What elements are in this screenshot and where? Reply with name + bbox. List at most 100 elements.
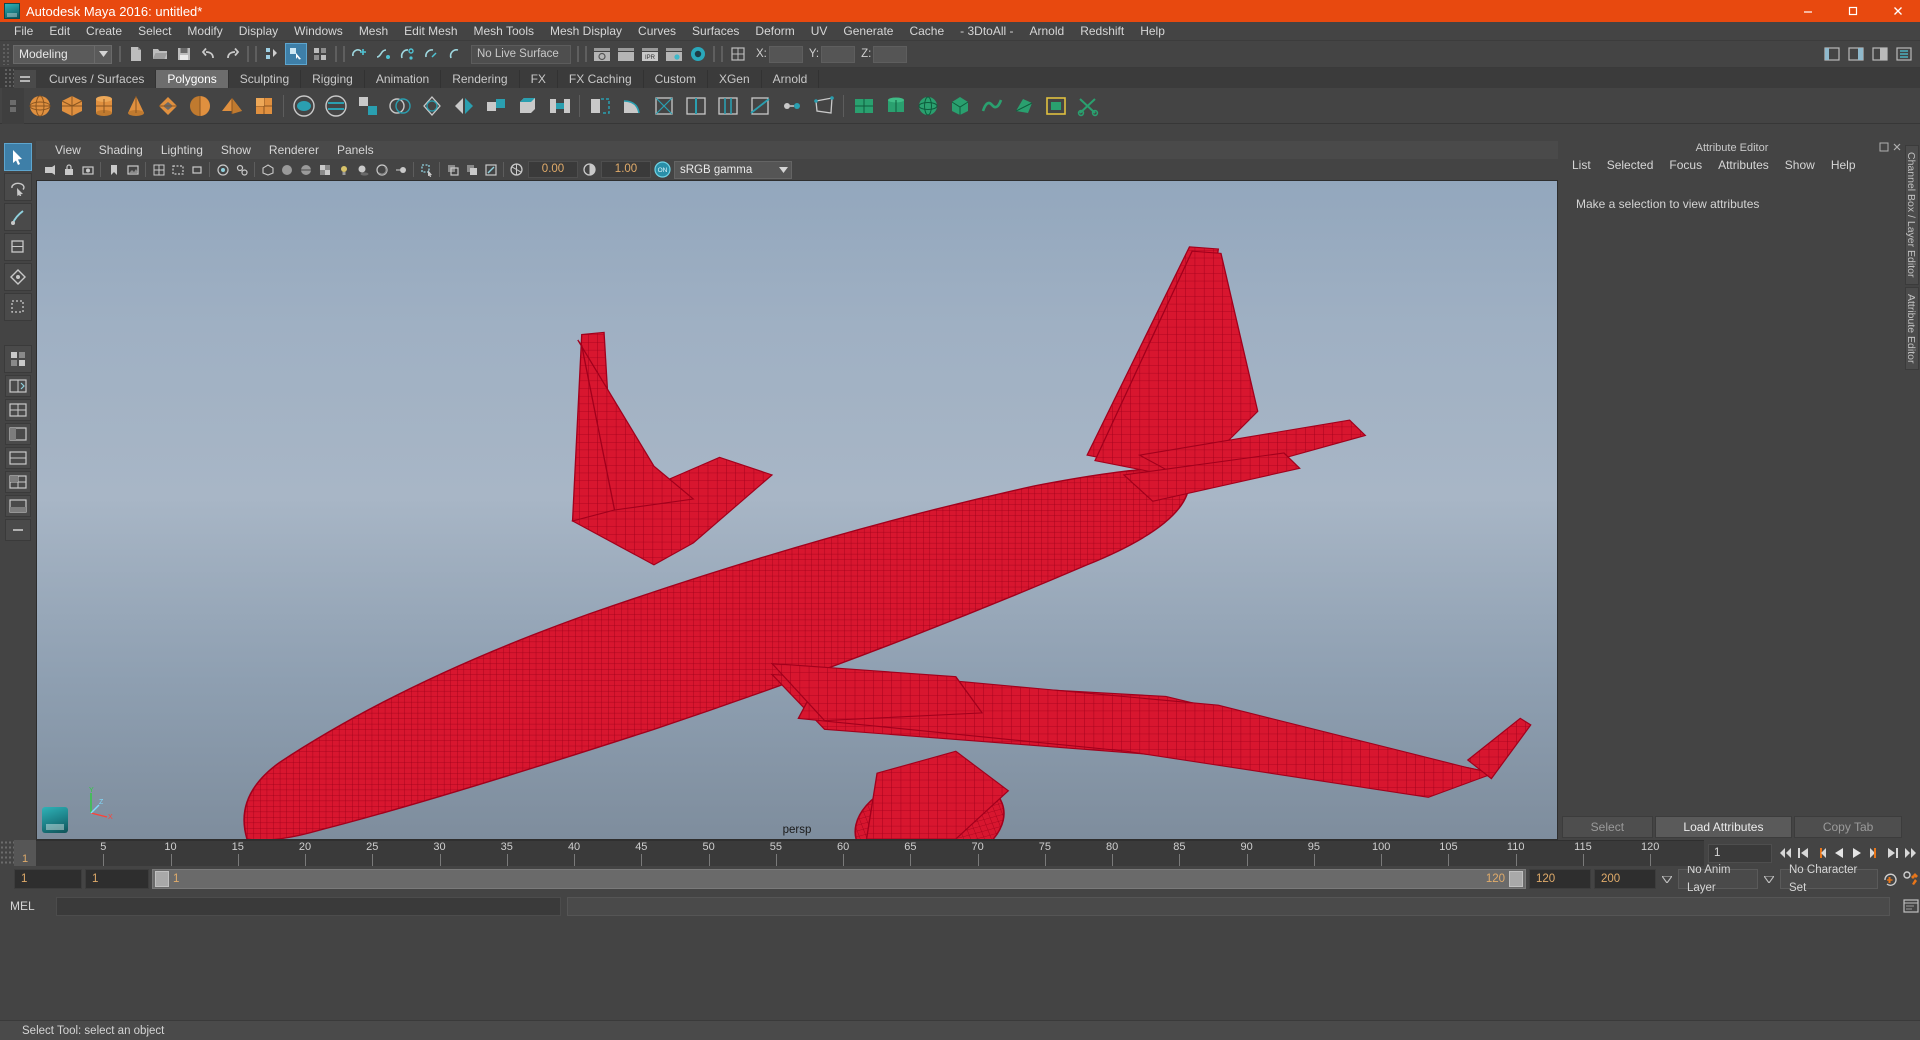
smooth-shaded-icon[interactable] — [278, 161, 295, 178]
copy-tab-button[interactable]: Copy Tab — [1794, 816, 1902, 838]
script-editor-icon[interactable] — [1902, 897, 1920, 916]
shelf-tab-animation[interactable]: Animation — [364, 70, 442, 88]
uv-cylindrical-icon[interactable] — [881, 91, 911, 121]
y-coordinate-field[interactable] — [821, 45, 856, 63]
polygon-cylinder-icon[interactable] — [89, 91, 119, 121]
viewport-menu-renderer[interactable]: Renderer — [260, 141, 328, 159]
layout-four-pane-icon[interactable] — [5, 471, 31, 493]
wireframe-on-shaded-icon[interactable] — [297, 161, 314, 178]
ae-menu-selected[interactable]: Selected — [1599, 155, 1662, 175]
menu-3dtoall[interactable]: - 3DtoAll - — [952, 22, 1021, 41]
animation-preferences-icon[interactable] — [1902, 870, 1920, 889]
menu-file[interactable]: File — [6, 22, 41, 41]
film-gate-icon[interactable] — [169, 161, 186, 178]
shelf-tab-fx[interactable]: FX — [519, 70, 558, 88]
last-tool-used-icon[interactable] — [4, 345, 32, 373]
booleans-icon[interactable] — [385, 91, 415, 121]
step-forward-keyframe-icon[interactable] — [1884, 844, 1902, 863]
smooth-icon[interactable] — [417, 91, 447, 121]
snap-to-projected-icon[interactable] — [421, 43, 443, 65]
command-input-field[interactable] — [56, 896, 561, 916]
extract-icon[interactable] — [353, 91, 383, 121]
uv-editor-icon[interactable] — [1041, 91, 1071, 121]
viewport-menu-shading[interactable]: Shading — [90, 141, 152, 159]
anim-layer-selector[interactable]: No Anim Layer — [1678, 864, 1758, 894]
undo-icon[interactable] — [197, 43, 219, 65]
menu-mesh-display[interactable]: Mesh Display — [542, 22, 630, 41]
ae-menu-attributes[interactable]: Attributes — [1710, 155, 1777, 175]
textured-icon[interactable] — [316, 161, 333, 178]
step-back-frame-icon[interactable] — [1812, 844, 1830, 863]
chevron-down-icon[interactable] — [1761, 875, 1777, 883]
wedge-icon[interactable] — [617, 91, 647, 121]
z-coordinate-field[interactable] — [873, 45, 908, 63]
time-slider-track[interactable]: 5 10 15 20 25 30 35 40 45 50 55 60 65 70 75 80 85 90 95 100… — [36, 840, 1704, 866]
menu-arnold[interactable]: Arnold — [1022, 22, 1073, 41]
extrude-icon[interactable] — [481, 91, 511, 121]
move-tool-icon[interactable] — [4, 233, 32, 261]
menu-display[interactable]: Display — [231, 22, 286, 41]
shelf-tab-rendering[interactable]: Rendering — [441, 70, 520, 88]
xray-joints-icon[interactable] — [233, 161, 250, 178]
character-set-selector[interactable]: No Character Set — [1780, 864, 1878, 894]
live-surface-field[interactable]: No Live Surface — [471, 44, 571, 64]
isolate-select-icon[interactable] — [418, 161, 435, 178]
outliner-toggle-icon[interactable] — [1893, 43, 1915, 65]
range-slider-bar[interactable]: 1 120 — [152, 869, 1526, 889]
select-camera-icon[interactable] — [41, 161, 58, 178]
uv-cut-icon[interactable] — [1073, 91, 1103, 121]
exposure-icon[interactable] — [508, 161, 525, 178]
go-to-end-icon[interactable] — [1902, 844, 1920, 863]
chevron-down-icon[interactable] — [95, 44, 112, 64]
append-polygon-icon[interactable] — [585, 91, 615, 121]
current-frame-field[interactable]: 1 — [1708, 843, 1772, 863]
ae-menu-help[interactable]: Help — [1823, 155, 1864, 175]
menu-create[interactable]: Create — [78, 22, 130, 41]
close-icon[interactable] — [1875, 0, 1920, 22]
ae-menu-show[interactable]: Show — [1777, 155, 1823, 175]
viewport-menu-view[interactable]: View — [46, 141, 90, 159]
layout-hypershade-icon[interactable] — [5, 495, 31, 517]
select-component-icon[interactable] — [309, 43, 331, 65]
shadows-icon[interactable] — [354, 161, 371, 178]
multi-cut-icon[interactable] — [745, 91, 775, 121]
render-settings-icon[interactable] — [663, 43, 685, 65]
polygon-prism-icon[interactable] — [249, 91, 279, 121]
panel-zoom-icon[interactable] — [482, 161, 499, 178]
render-sequence-icon[interactable] — [615, 43, 637, 65]
menu-mesh[interactable]: Mesh — [351, 22, 396, 41]
color-management-toggle-icon[interactable]: ON — [654, 161, 671, 178]
screen-space-ao-icon[interactable] — [373, 161, 390, 178]
uv-camera-based-icon[interactable] — [1009, 91, 1039, 121]
shelf-tab-curves-surfaces[interactable]: Curves / Surfaces — [38, 70, 157, 88]
anim-end-field[interactable]: 200 — [1594, 869, 1656, 889]
motion-blur-icon[interactable] — [392, 161, 409, 178]
perspective-viewport[interactable]: Y X Z persp — [36, 180, 1558, 840]
channel-box-toggle-icon[interactable] — [1869, 43, 1891, 65]
menu-edit-mesh[interactable]: Edit Mesh — [396, 22, 465, 41]
hypershade-icon[interactable] — [687, 43, 709, 65]
select-object-icon[interactable] — [285, 43, 307, 65]
close-icon[interactable] — [1892, 142, 1902, 155]
shelf-tab-rigging[interactable]: Rigging — [301, 70, 365, 88]
layout-single-pane-icon[interactable] — [5, 375, 31, 397]
dock-icon[interactable] — [1879, 142, 1889, 155]
uv-planar-icon[interactable] — [849, 91, 879, 121]
open-scene-icon[interactable] — [149, 43, 171, 65]
layout-persp-graph-icon[interactable] — [5, 447, 31, 469]
load-attributes-button[interactable]: Load Attributes — [1654, 816, 1793, 838]
auto-keyframe-icon[interactable] — [1881, 870, 1899, 889]
open-editor-icon[interactable] — [727, 43, 749, 65]
menu-help[interactable]: Help — [1132, 22, 1173, 41]
polygon-cube-icon[interactable] — [57, 91, 87, 121]
use-all-lights-icon[interactable] — [335, 161, 352, 178]
shelf-tab-sculpting[interactable]: Sculpting — [228, 70, 302, 88]
snap-to-point-icon[interactable] — [397, 43, 419, 65]
x-coordinate-field[interactable] — [768, 45, 803, 63]
viewport-menu-lighting[interactable]: Lighting — [152, 141, 212, 159]
menu-cache[interactable]: Cache — [901, 22, 952, 41]
redo-icon[interactable] — [221, 43, 243, 65]
menu-redshift[interactable]: Redshift — [1072, 22, 1132, 41]
quad-draw-icon[interactable] — [809, 91, 839, 121]
insert-edge-loop-icon[interactable] — [681, 91, 711, 121]
